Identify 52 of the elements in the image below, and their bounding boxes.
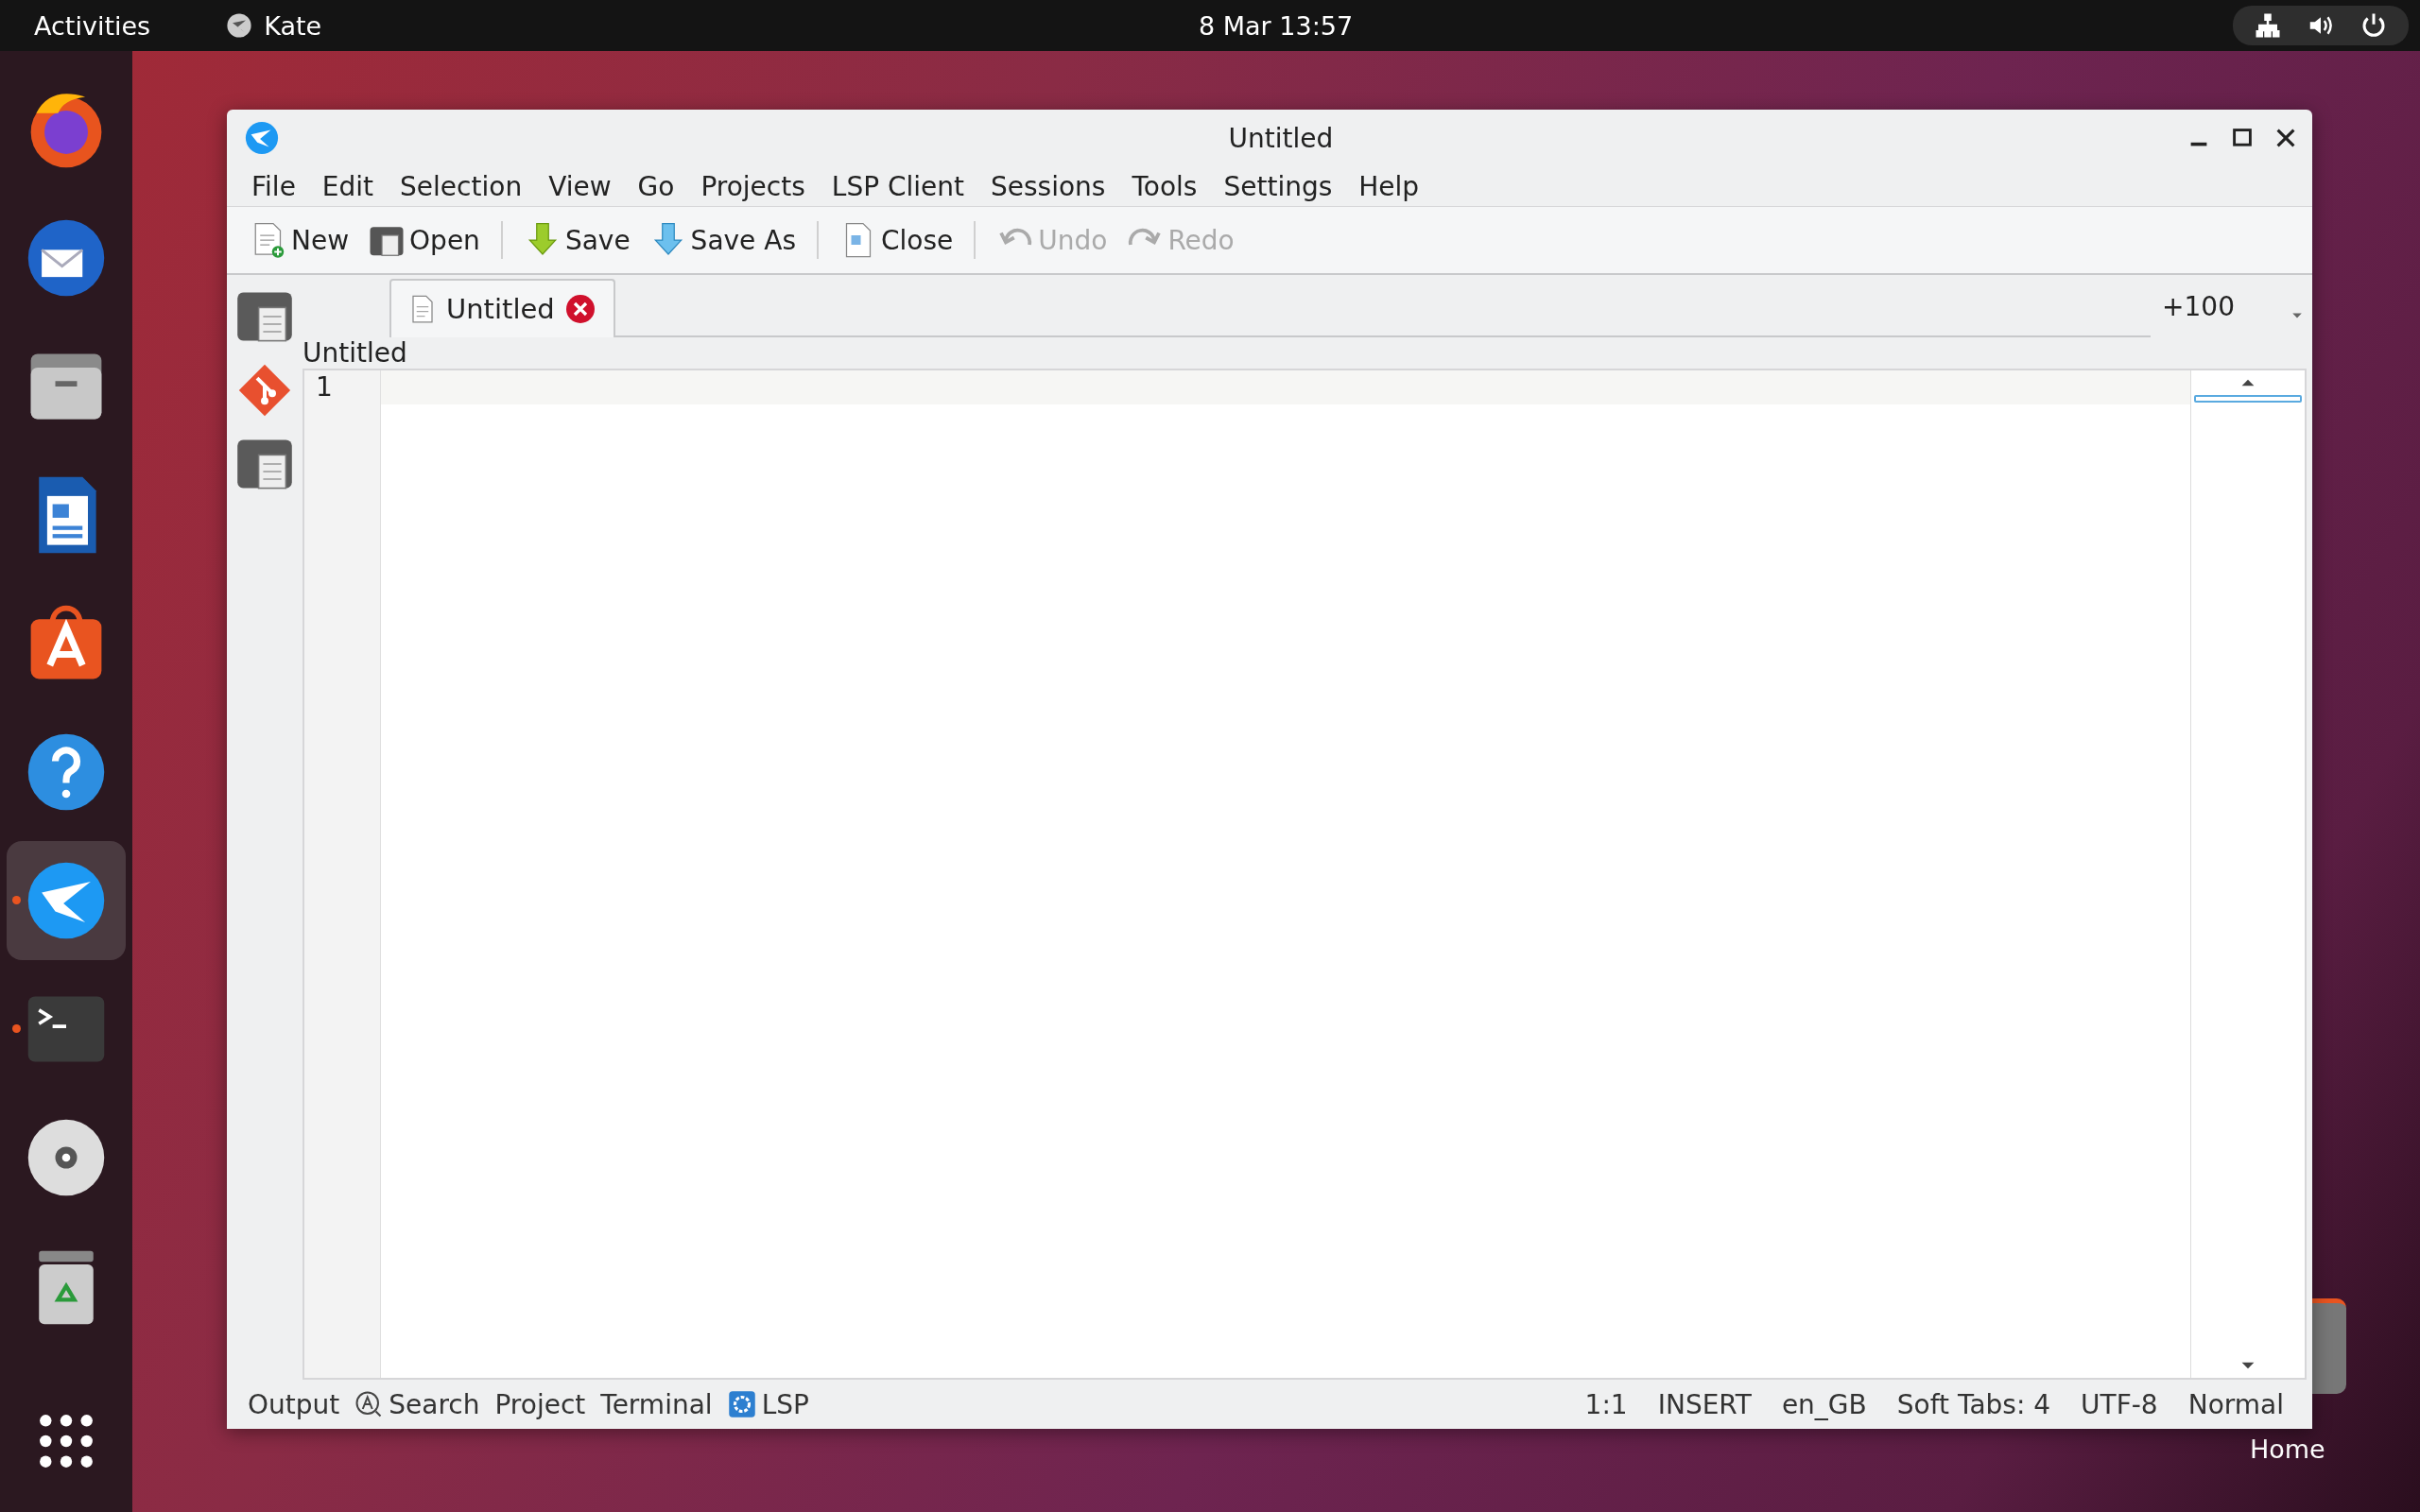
- bird-icon: [244, 120, 280, 156]
- gear-icon: [727, 1390, 756, 1418]
- tab-counter[interactable]: +100: [2162, 290, 2235, 322]
- clock[interactable]: 8 Mar 13:57: [1199, 10, 1354, 41]
- app-grid-icon[interactable]: [37, 1412, 95, 1470]
- line-number: 1: [315, 370, 334, 404]
- status-item[interactable]: UTF-8: [2081, 1388, 2158, 1420]
- app-icon: [226, 12, 253, 39]
- menu-item[interactable]: LSP Client: [831, 170, 965, 202]
- tool-view-button[interactable]: Search: [347, 1388, 488, 1420]
- toolbar-button[interactable]: Open: [362, 217, 486, 263]
- menu-item[interactable]: Tools: [1132, 170, 1198, 202]
- document-icon: [410, 295, 435, 323]
- tool-view-button[interactable]: LSP: [719, 1388, 817, 1420]
- activities-button[interactable]: Activities: [34, 10, 151, 41]
- menu-item[interactable]: Go: [637, 170, 675, 202]
- system-tray[interactable]: [2233, 6, 2409, 45]
- minimap-scrollbar[interactable]: [2190, 370, 2305, 1378]
- status-item[interactable]: en_GB: [1781, 1388, 1867, 1420]
- menu-item[interactable]: File: [251, 170, 296, 202]
- status-item[interactable]: Soft Tabs: 4: [1896, 1388, 2051, 1420]
- app-menu[interactable]: Kate: [226, 10, 322, 41]
- scroll-up-icon[interactable]: [2240, 378, 2256, 387]
- desktop-icon-label[interactable]: Home: [2250, 1435, 2325, 1464]
- close-icon[interactable]: [2274, 127, 2297, 149]
- document-tab[interactable]: Untitled: [389, 279, 615, 337]
- toolbar-button[interactable]: New: [244, 217, 355, 263]
- menu-item[interactable]: Edit: [321, 170, 374, 202]
- network-icon: [2254, 11, 2282, 40]
- menu-item[interactable]: Sessions: [991, 170, 1106, 202]
- maximize-icon[interactable]: [2231, 127, 2254, 149]
- breadcrumb[interactable]: Untitled: [302, 337, 407, 369]
- status-item[interactable]: Normal: [2187, 1388, 2284, 1420]
- scroll-down-icon[interactable]: [2240, 1361, 2256, 1370]
- search-icon: [354, 1390, 384, 1418]
- menu-item[interactable]: Settings: [1223, 170, 1333, 202]
- status-item[interactable]: 1:1: [1584, 1388, 1628, 1420]
- text-editor[interactable]: 1: [302, 369, 2307, 1380]
- toolbar-button[interactable]: Save As: [643, 217, 802, 263]
- dock-item[interactable]: [7, 841, 126, 960]
- tool-view-button[interactable]: Terminal: [593, 1388, 720, 1420]
- window-title: Untitled: [1227, 122, 1335, 154]
- menu-item[interactable]: View: [548, 170, 612, 202]
- menu-item[interactable]: Help: [1358, 170, 1420, 202]
- dropdown-icon[interactable]: [2291, 312, 2303, 319]
- toolbar-button[interactable]: Close: [834, 217, 959, 263]
- tool-view-button[interactable]: Project: [487, 1388, 594, 1420]
- toolbar-button[interactable]: Save: [517, 217, 636, 263]
- tool-view-button[interactable]: Output: [240, 1388, 348, 1420]
- menu-item[interactable]: Projects: [700, 170, 805, 202]
- menu-item[interactable]: Selection: [400, 170, 523, 202]
- status-item[interactable]: INSERT: [1657, 1388, 1752, 1420]
